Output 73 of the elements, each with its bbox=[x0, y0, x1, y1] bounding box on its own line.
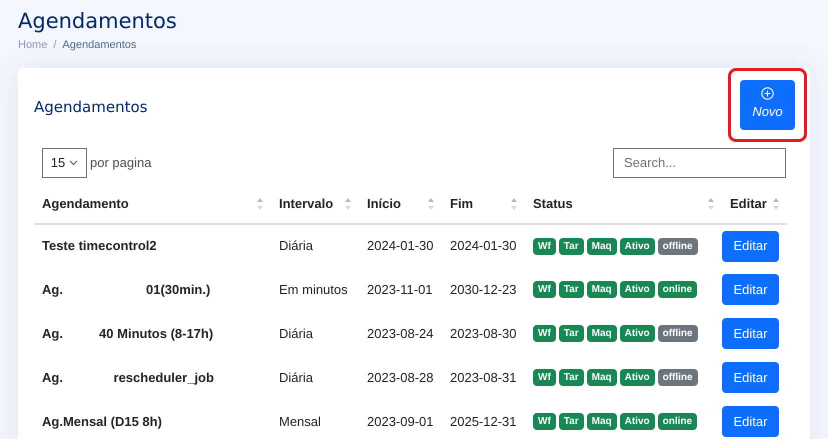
status-badge: Wf bbox=[533, 238, 556, 254]
edit-button[interactable]: Editar bbox=[722, 406, 779, 437]
status-badge: Ativo bbox=[620, 369, 655, 386]
column-header: Início bbox=[367, 195, 401, 214]
search-field[interactable]: Search... bbox=[613, 148, 786, 178]
table-cell: 2025-12-31 bbox=[450, 414, 516, 429]
status-badge: offline bbox=[658, 238, 698, 254]
status-badge: Tar bbox=[558, 369, 584, 386]
table-cell: Diária bbox=[279, 370, 313, 385]
status-badge: Maq bbox=[586, 281, 617, 298]
status-badge: Ativo bbox=[620, 325, 655, 342]
column-header: Agendamento bbox=[42, 195, 129, 214]
status-badge: Tar bbox=[558, 413, 584, 430]
table-cell: 2023-08-28 bbox=[367, 370, 434, 385]
table-cell: Ag.Mensal (D15 8h) bbox=[42, 414, 162, 429]
breadcrumb-link[interactable]: Home bbox=[18, 37, 48, 54]
table-cell: 2023-11-01 bbox=[367, 282, 433, 297]
status-badge: Maq bbox=[586, 369, 617, 386]
status-badge: Wf bbox=[533, 413, 556, 430]
status-badge: Tar bbox=[558, 238, 584, 254]
status-badge: Wf bbox=[533, 325, 556, 342]
table-cell: Diária bbox=[279, 238, 313, 254]
status-badge: online bbox=[658, 281, 698, 298]
table-cell: 2023-09-01 bbox=[367, 414, 434, 429]
table-cell: Diária bbox=[279, 326, 313, 341]
edit-button[interactable]: Editar bbox=[722, 274, 779, 305]
plus-circle-icon bbox=[761, 87, 774, 100]
column-header: Intervalo bbox=[279, 195, 334, 214]
page-size-label: por pagina bbox=[90, 154, 152, 172]
status-badge: Maq bbox=[586, 413, 617, 430]
status-badge: Maq bbox=[586, 325, 617, 342]
column-header: Status bbox=[533, 195, 573, 214]
status-badge: Ativo bbox=[620, 281, 655, 298]
table-cell: Teste timecontrol2 bbox=[42, 238, 157, 254]
table-cell: 2024-01-30 bbox=[367, 238, 434, 254]
column-header: Editar bbox=[730, 195, 767, 214]
status-badge: Tar bbox=[558, 325, 584, 342]
table-cell: Em minutos bbox=[279, 282, 348, 297]
sort-icon[interactable] bbox=[345, 197, 351, 211]
table-cell: 2030-12-23 bbox=[450, 282, 516, 297]
sort-icon[interactable] bbox=[257, 197, 263, 211]
table-cell: 2023-08-31 bbox=[450, 370, 516, 385]
new-button[interactable]: Novo bbox=[740, 80, 795, 130]
sort-icon[interactable] bbox=[773, 197, 779, 211]
status-badge: Maq bbox=[586, 238, 617, 254]
table-cell: 2023-08-30 bbox=[450, 326, 516, 341]
sort-icon[interactable] bbox=[428, 197, 434, 211]
edit-button[interactable]: Editar bbox=[722, 318, 779, 349]
table-cell: Ag. 40 Minutos (8-17h) bbox=[42, 326, 214, 341]
sort-icon[interactable] bbox=[511, 197, 517, 211]
status-badge: Wf bbox=[533, 369, 556, 386]
table-cell: 2024-01-30 bbox=[450, 238, 516, 254]
breadcrumb-link[interactable]: Agendamentos bbox=[62, 37, 136, 54]
table-cell: Ag. 01(30min.) bbox=[42, 282, 210, 297]
sort-icon[interactable] bbox=[708, 197, 714, 211]
table-cell: 2023-08-24 bbox=[367, 326, 434, 341]
status-badge: Ativo bbox=[620, 238, 655, 254]
table-cell: Mensal bbox=[279, 414, 321, 429]
status-badge: Ativo bbox=[620, 413, 655, 430]
edit-button[interactable]: Editar bbox=[722, 362, 779, 393]
status-badge: online bbox=[658, 413, 698, 430]
edit-button[interactable]: Editar bbox=[722, 230, 779, 262]
table-cell: Ag. rescheduler_job bbox=[42, 370, 214, 385]
page-title: Agendamentos bbox=[18, 8, 178, 34]
status-badge: offline bbox=[658, 369, 698, 386]
status-badge: Wf bbox=[533, 281, 556, 298]
status-badge: Tar bbox=[558, 281, 584, 298]
status-badge: offline bbox=[658, 325, 698, 342]
column-header: Fim bbox=[450, 195, 474, 214]
chevron-down-icon bbox=[69, 160, 78, 166]
card-title: Agendamentos bbox=[34, 96, 148, 118]
page-size-select[interactable]: 15 bbox=[42, 148, 87, 178]
breadcrumb-separator: / bbox=[53, 38, 56, 53]
